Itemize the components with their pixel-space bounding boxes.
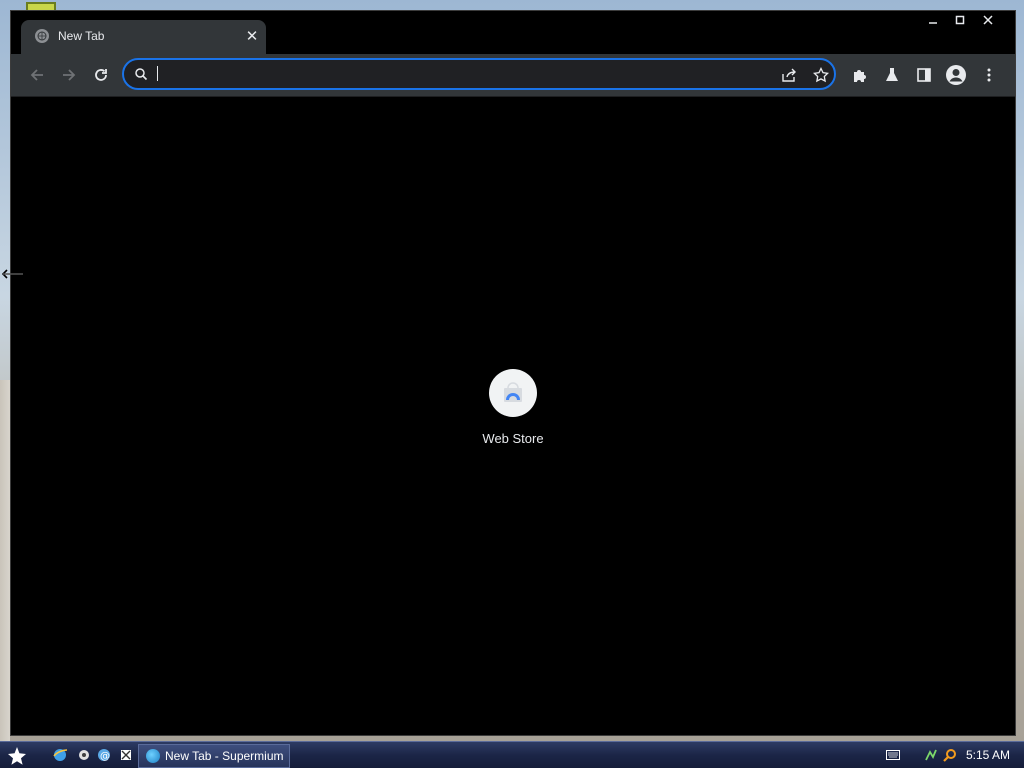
- globe-icon: [35, 29, 49, 43]
- side-panel-button[interactable]: [910, 61, 938, 89]
- address-bar[interactable]: [122, 58, 836, 90]
- start-button[interactable]: [6, 745, 28, 767]
- address-input[interactable]: [156, 64, 760, 86]
- magnifier-icon[interactable]: [943, 748, 957, 762]
- back-button[interactable]: [23, 61, 51, 89]
- star-logo-icon: [8, 747, 26, 765]
- svg-text:@: @: [100, 751, 110, 762]
- quicklaunch-tool-icon[interactable]: [118, 747, 134, 763]
- share-icon: [782, 68, 796, 82]
- search-icon: [135, 68, 148, 81]
- tab-close-icon[interactable]: ✕: [244, 28, 260, 44]
- quicklaunch-mail-icon[interactable]: @: [96, 747, 112, 763]
- taskbar-item-supermium[interactable]: New Tab - Supermium: [138, 744, 290, 768]
- network-icon[interactable]: [924, 748, 938, 762]
- bookmark-button[interactable]: [811, 65, 831, 85]
- profile-icon: [946, 65, 966, 85]
- tab-new-tab[interactable]: New Tab ✕: [21, 20, 266, 54]
- menu-button[interactable]: [975, 61, 1003, 89]
- share-button[interactable]: [779, 65, 799, 85]
- forward-button[interactable]: [55, 61, 83, 89]
- puzzle-icon: [854, 70, 866, 82]
- keyboard-icon[interactable]: [886, 748, 900, 762]
- browser-window: New Tab ✕ Web Store: [10, 10, 1016, 736]
- browser-app-icon: [146, 749, 160, 763]
- extensions-button[interactable]: [846, 61, 874, 89]
- arrow-right-icon: [63, 69, 76, 81]
- quicklaunch-app-icon[interactable]: [76, 747, 92, 763]
- browser-toolbar: [11, 54, 1015, 97]
- taskbar: @ New Tab - Supermium 5:15 AM: [0, 741, 1024, 768]
- taskbar-item-label: New Tab - Supermium: [165, 749, 284, 763]
- profile-button[interactable]: [942, 61, 970, 89]
- web-store-icon: [489, 369, 537, 417]
- system-clock[interactable]: 5:15 AM: [966, 748, 1010, 762]
- quicklaunch-ie-icon[interactable]: [52, 747, 68, 763]
- star-icon: [813, 67, 829, 83]
- arrow-left-icon: [30, 69, 43, 81]
- kebab-menu-icon: [987, 68, 991, 82]
- title-bar: New Tab ✕: [11, 11, 1015, 54]
- side-panel-icon: [917, 68, 931, 82]
- reload-button[interactable]: [87, 61, 115, 89]
- resize-cursor-icon: [1, 266, 25, 280]
- shortcut-label: Web Store: [482, 431, 544, 446]
- flask-icon: [886, 68, 898, 81]
- new-tab-page: Web Store: [11, 97, 1015, 735]
- labs-button[interactable]: [878, 61, 906, 89]
- text-caret: [157, 66, 158, 81]
- tab-title: New Tab: [58, 29, 105, 43]
- shortcut-web-store[interactable]: Web Store: [475, 369, 551, 449]
- desktop-wallpaper-edge: [0, 380, 10, 741]
- reload-icon: [95, 69, 107, 81]
- close-window-button[interactable]: [971, 11, 1005, 29]
